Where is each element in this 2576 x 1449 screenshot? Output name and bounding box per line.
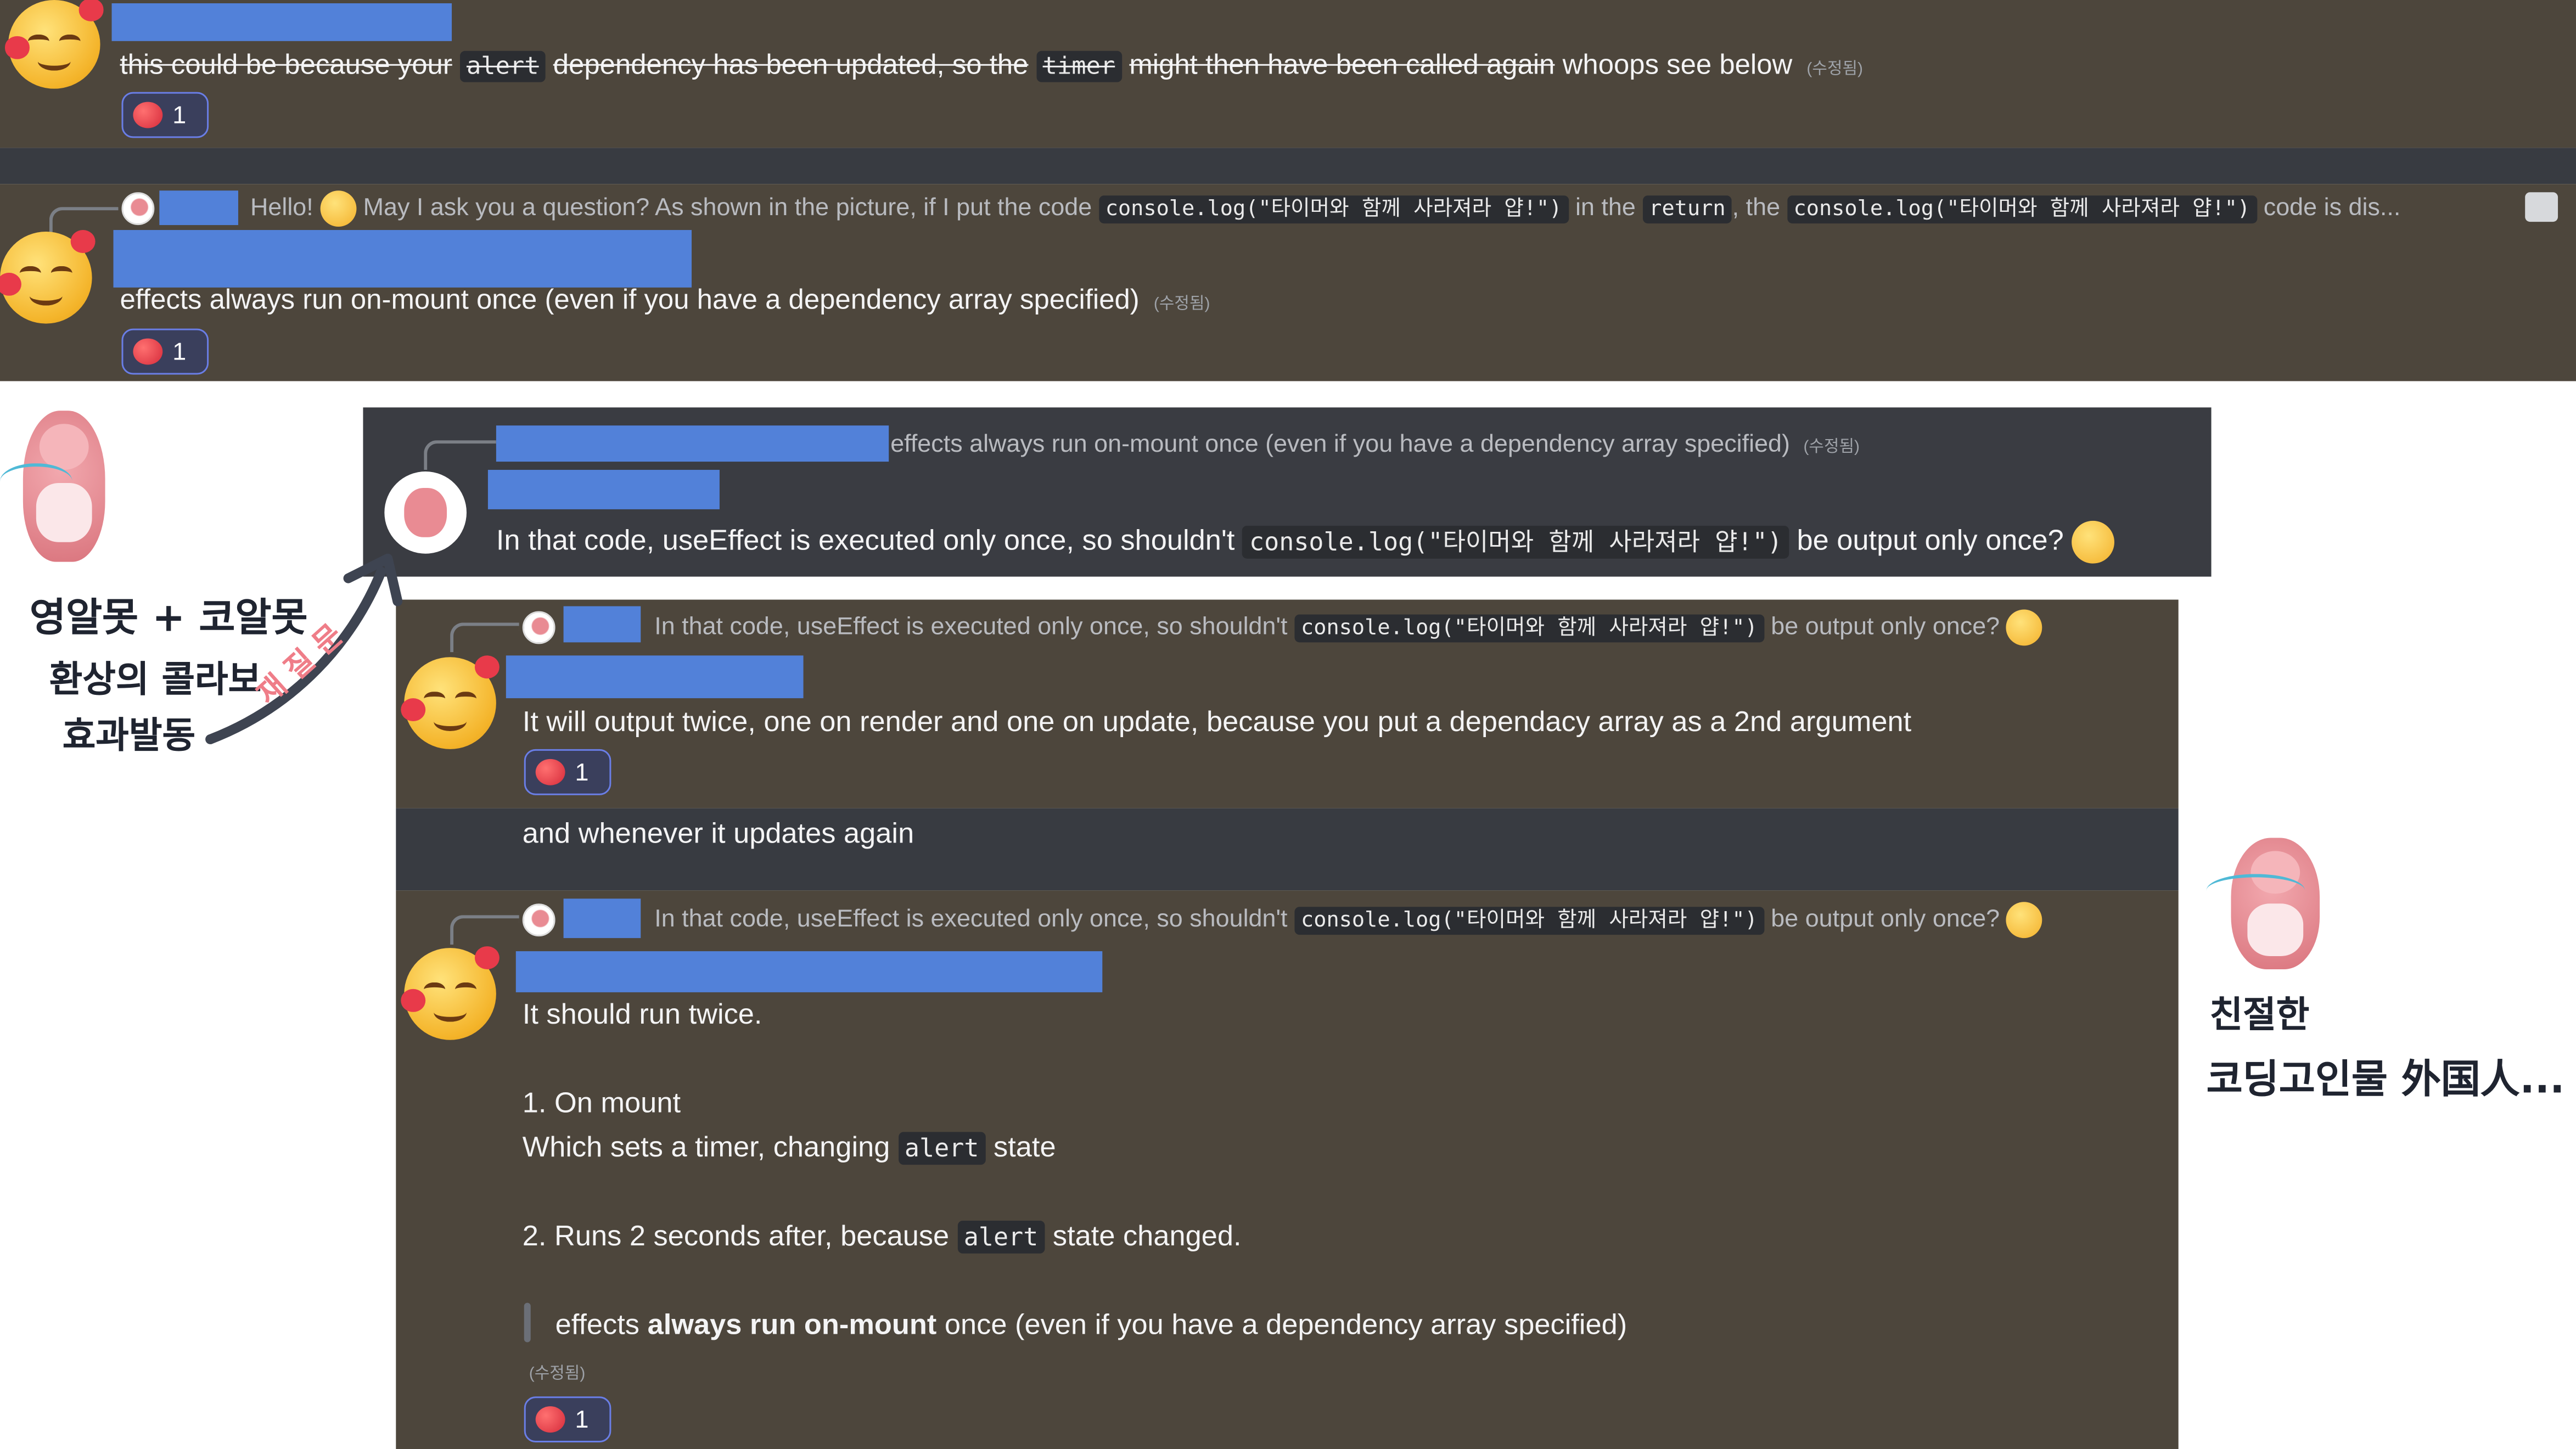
redacted-username <box>113 230 692 288</box>
followup-text: and whenever it updates again <box>522 816 914 850</box>
reply-preview-3[interactable]: effects always run on-mount once (even i… <box>890 430 1860 458</box>
reaction-count: 1 <box>172 101 187 129</box>
sparkle-heart-reaction-button[interactable]: 1 <box>524 1396 611 1443</box>
reply-connector <box>450 622 519 653</box>
rolling-eyes-icon <box>2072 520 2115 564</box>
message-line-1: It should run twice. <box>522 997 762 1030</box>
avatar-smiling-hearts-icon[interactable] <box>4 0 104 89</box>
avatar-smiling-hearts-icon[interactable] <box>400 946 500 1040</box>
heart-reaction-button[interactable]: 1 <box>121 328 209 375</box>
avatar-smiling-hearts-icon[interactable] <box>0 229 96 324</box>
annotation-right-line1: 친절한 <box>2209 995 2310 1037</box>
sparkle-heart-icon <box>535 1406 565 1433</box>
redacted-reply-username <box>563 898 641 939</box>
redacted-username <box>111 3 452 41</box>
annotation-left-line3: 효과발동 <box>62 716 196 757</box>
image-attachment-icon[interactable] <box>2525 192 2558 222</box>
sparkle-heart-reaction-button[interactable]: 1 <box>524 749 611 795</box>
trailing-text: whoops see below <box>1562 49 1793 81</box>
struck-text-3: might then have been called again <box>1129 49 1555 81</box>
struck-text-2: dependency has been updated, so the <box>553 49 1029 81</box>
heart-icon <box>133 338 163 365</box>
blue-swirl-decoration <box>2206 874 2305 907</box>
blockquote-text: effects always run on-mount once (even i… <box>555 1307 1627 1341</box>
reply-preview-2[interactable]: Hello! May I ask you a question? As show… <box>121 190 2400 228</box>
reply-connector <box>450 915 519 945</box>
heart-reaction-button[interactable]: 1 <box>121 92 209 138</box>
code-alert: alert <box>459 50 546 82</box>
blockquote-bar <box>524 1302 531 1343</box>
struck-text-1: this could be because your <box>120 49 452 81</box>
reply-avatar-icon <box>522 903 555 937</box>
redacted-username <box>506 655 804 699</box>
message-line-3: Which sets a timer, changing alert state <box>523 1130 1056 1165</box>
edited-tag: (수정됨) <box>529 1365 586 1384</box>
reply-hello: Hello! <box>250 194 313 222</box>
message-text-3: In that code, useEffect is executed only… <box>496 520 2115 564</box>
annotation-right-line2: 코딩고인물 外国人... <box>2206 1056 2565 1103</box>
blue-swirl-decoration <box>0 463 72 499</box>
smiling-face-icon <box>320 190 357 227</box>
reply-connector <box>49 207 119 234</box>
rolling-eyes-icon <box>2006 902 2043 939</box>
redacted-username <box>487 470 720 509</box>
reply-avatar-icon <box>522 611 555 644</box>
heart-icon <box>133 102 163 128</box>
redacted-reply-username <box>496 425 889 462</box>
redacted-reply-username <box>563 606 641 643</box>
reply-preview-5[interactable]: In that code, useEffect is executed only… <box>522 902 2043 940</box>
message-text-4: It will output twice, one on render and … <box>522 705 1912 738</box>
avatar-pink-bear[interactable] <box>384 471 467 554</box>
redacted-username <box>515 951 1103 992</box>
message-line-4: 2. Runs 2 seconds after, because alert s… <box>523 1219 1242 1254</box>
reply-preview-4[interactable]: In that code, useEffect is executed only… <box>522 609 2043 647</box>
edited-tag: (수정됨) <box>1806 60 1863 79</box>
reply-connector <box>424 440 496 470</box>
separator-bar <box>0 148 2576 184</box>
reply-avatar-icon <box>121 192 155 226</box>
message-text-2: effects always run on-mount once (even i… <box>120 284 1210 316</box>
rolling-eyes-icon <box>2006 609 2043 646</box>
sparkle-heart-icon <box>535 759 565 785</box>
redacted-reply-username <box>159 190 238 226</box>
message-line-2: 1. On mount <box>522 1086 681 1119</box>
message-text-1: this could be because your alert depende… <box>120 49 1863 82</box>
code-timer: timer <box>1036 50 1122 82</box>
